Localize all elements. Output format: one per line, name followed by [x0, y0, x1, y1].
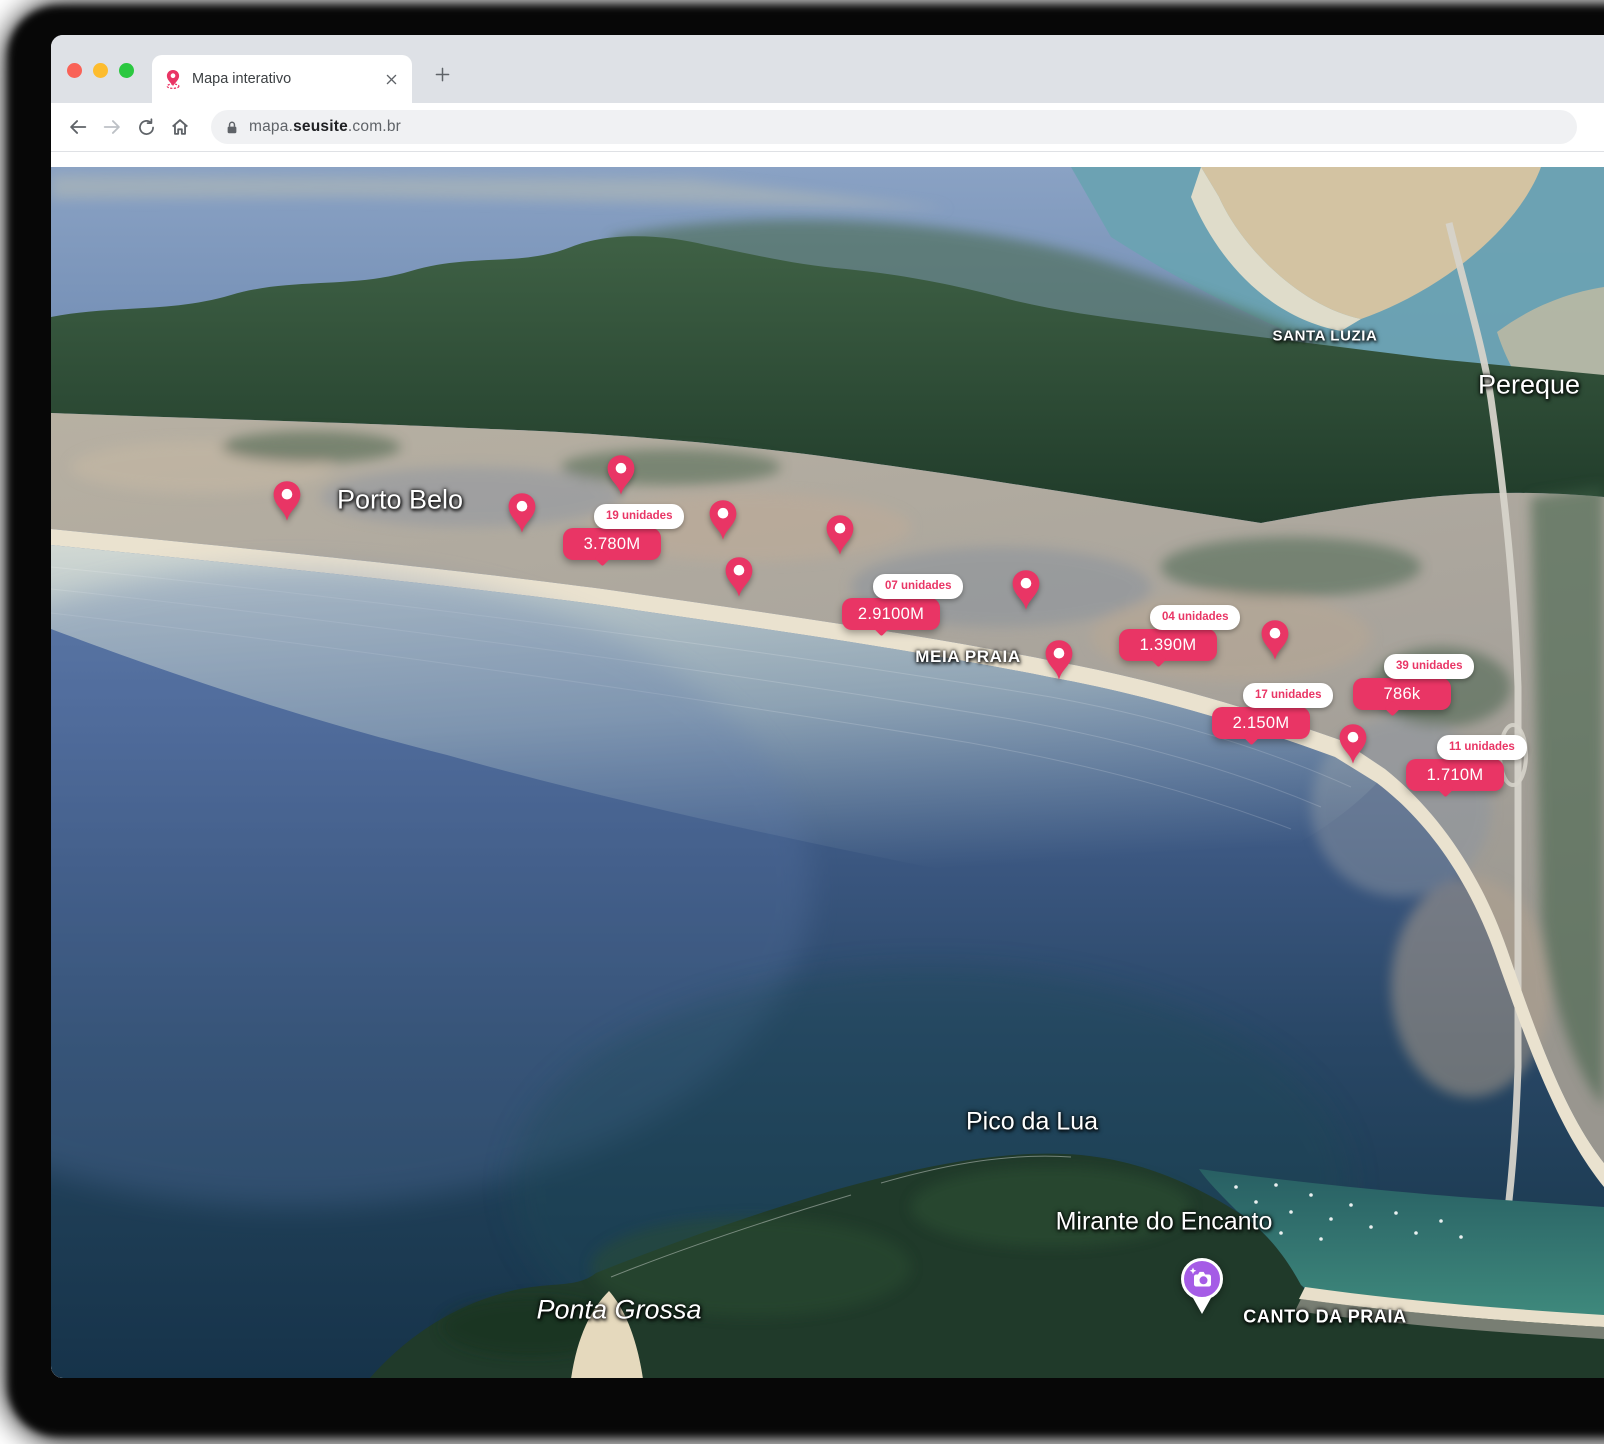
tab-title: Mapa interativo: [192, 71, 382, 87]
listing-units-badge[interactable]: 07 unidades: [873, 574, 963, 599]
back-icon[interactable]: [61, 110, 95, 144]
map-label-porto-belo: Porto Belo: [337, 485, 463, 516]
map-label-meia-praia: MEIA PRAIA: [915, 647, 1021, 667]
forward-icon[interactable]: [95, 110, 129, 144]
listing-units-badge[interactable]: 04 unidades: [1150, 605, 1240, 630]
listing-price-badge[interactable]: 2.150M: [1212, 707, 1310, 739]
property-pin-1[interactable]: [272, 480, 302, 524]
listing-price-badge[interactable]: 1.710M: [1406, 759, 1504, 791]
browser-toolbar: mapa.seusite.com.br: [51, 103, 1604, 152]
map-label-pereque: Pereque: [1478, 370, 1580, 401]
listing-units-badge[interactable]: 19 unidades: [594, 504, 684, 529]
map-label-mirante-do-encanto: Mirante do Encanto: [1056, 1208, 1273, 1237]
property-pin-3[interactable]: [606, 454, 636, 498]
traffic-lights: [67, 63, 134, 78]
listing-4: 2.150M17 unidades: [1212, 707, 1310, 739]
url-text: mapa.seusite.com.br: [249, 118, 401, 136]
listing-units-badge[interactable]: 39 unidades: [1384, 654, 1474, 679]
listing-5: 786k39 unidades: [1353, 678, 1451, 710]
listing-price-badge[interactable]: 786k: [1353, 678, 1451, 710]
listing-1: 3.780M19 unidades: [563, 528, 661, 560]
url-bar[interactable]: mapa.seusite.com.br: [211, 110, 1577, 144]
browser-window: Mapa interativo: [51, 35, 1604, 1378]
lock-icon: [225, 120, 239, 135]
property-pin-5[interactable]: [825, 514, 855, 558]
listing-units-badge[interactable]: 17 unidades: [1243, 683, 1333, 708]
property-pin-4[interactable]: [708, 499, 738, 543]
property-pin-9[interactable]: [1260, 619, 1290, 663]
map-canvas[interactable]: Porto Belo SANTA LUZIA Pereque MEIA PRAIA Pi…: [51, 167, 1604, 1378]
listing-units-badge[interactable]: 11 unidades: [1437, 735, 1527, 760]
listing-3: 1.390M04 unidades: [1119, 629, 1217, 661]
reload-icon[interactable]: [129, 110, 163, 144]
photo-marker-camera-icon[interactable]: [1180, 1257, 1224, 1315]
property-pin-2[interactable]: [507, 492, 537, 536]
browser-tab[interactable]: Mapa interativo: [152, 55, 412, 103]
listing-price-badge[interactable]: 2.9100M: [842, 598, 940, 630]
map-pin-favicon-icon: [164, 69, 182, 89]
map-label-canto-da-praia: CANTO DA PRAIA: [1243, 1307, 1406, 1328]
map-label-pico-da-lua: Pico da Lua: [966, 1108, 1098, 1137]
fullscreen-window-button[interactable]: [119, 63, 134, 78]
property-pin-10[interactable]: [1338, 723, 1368, 767]
map-label-santa-luzia: SANTA LUZIA: [1273, 328, 1378, 345]
map-label-ponta-grossa: Ponta Grossa: [536, 1295, 701, 1326]
browser-tab-bar: Mapa interativo: [51, 35, 1604, 103]
property-pin-8[interactable]: [1044, 639, 1074, 683]
page-content: Porto Belo SANTA LUZIA Pereque MEIA PRAIA Pi…: [51, 152, 1604, 1378]
listing-price-badge[interactable]: 1.390M: [1119, 629, 1217, 661]
listing-6: 1.710M11 unidades: [1406, 759, 1504, 791]
listing-2: 2.9100M07 unidades: [842, 598, 940, 630]
new-tab-button[interactable]: [427, 59, 457, 89]
tab-close-icon[interactable]: [382, 70, 400, 88]
mockup-stage: Mapa interativo: [0, 0, 1604, 1444]
satellite-map-art: [51, 167, 1604, 1378]
property-pin-6[interactable]: [724, 556, 754, 600]
home-icon[interactable]: [163, 110, 197, 144]
close-window-button[interactable]: [67, 63, 82, 78]
minimize-window-button[interactable]: [93, 63, 108, 78]
listing-price-badge[interactable]: 3.780M: [563, 528, 661, 560]
property-pin-7[interactable]: [1011, 569, 1041, 613]
